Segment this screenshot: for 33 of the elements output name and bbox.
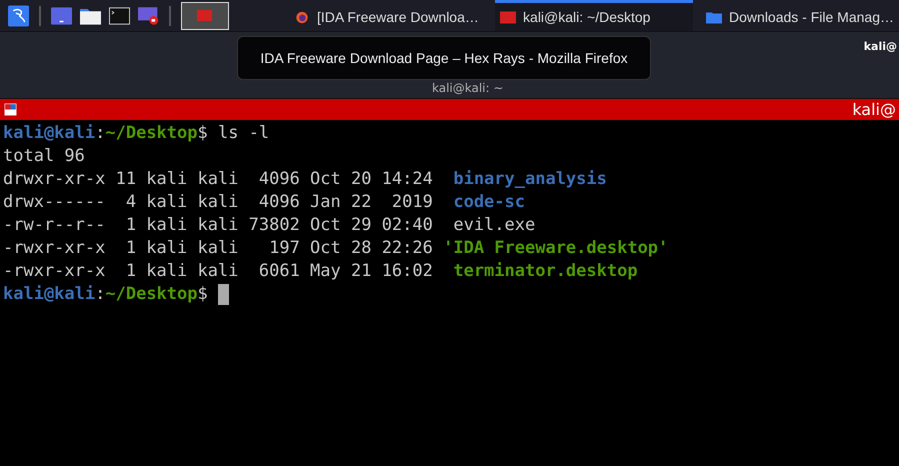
tooltip: IDA Freeware Download Page – Hex Rays - Mozilla Firefox xyxy=(237,36,651,80)
window-title: kali@kali: ~ xyxy=(432,81,504,95)
command-text: ls -l xyxy=(218,122,270,145)
prompt-symbol: $ xyxy=(198,122,208,145)
prompt-path: ~/Desktop xyxy=(105,122,198,145)
prompt-separator: : xyxy=(95,122,106,145)
file-details: -rwxr-xr-x 1 kali kali 6061 May 21 16:02 xyxy=(3,260,434,283)
terminal-window-icon xyxy=(500,10,516,24)
file-name: terminator.desktop xyxy=(453,260,638,283)
file-name: evil.exe xyxy=(453,214,536,237)
terminal-title: kali@ xyxy=(852,99,896,120)
prompt-separator: : xyxy=(95,283,106,306)
screen-recorder-icon[interactable] xyxy=(138,6,159,26)
file-details: -rw-r--r-- 1 kali kali 73802 Oct 29 02:40 xyxy=(3,214,434,237)
terminal-app-icon xyxy=(4,103,17,116)
prompt-user: kali@kali xyxy=(3,122,96,145)
file-name: 'IDA Freeware.desktop' xyxy=(443,237,668,260)
file-details: drwx------ 4 kali kali 4096 Jan 22 2019 xyxy=(3,191,434,214)
folder-icon xyxy=(706,10,722,24)
browser-icon xyxy=(294,10,310,24)
file-details: -rwxr-xr-x 1 kali kali 197 Oct 28 22:26 xyxy=(3,237,434,260)
prompt-symbol: $ xyxy=(198,283,208,306)
workspace-button[interactable] xyxy=(180,2,230,30)
file-details: drwxr-xr-x 11 kali kali 4096 Oct 20 14:24 xyxy=(3,168,434,191)
file-name: code-sc xyxy=(453,191,525,214)
output-text: total 96 xyxy=(3,145,85,168)
taskbar-window-button[interactable]: kali@kali: ~/Desktop xyxy=(495,0,694,31)
desktop-icon[interactable] xyxy=(50,6,72,26)
window-title: kali@ xyxy=(864,40,897,53)
terminal-icon[interactable] xyxy=(108,6,130,26)
prompt-user: kali@kali xyxy=(3,283,96,306)
prompt-path: ~/Desktop xyxy=(105,283,198,306)
file-name: binary_analysis xyxy=(453,168,607,191)
